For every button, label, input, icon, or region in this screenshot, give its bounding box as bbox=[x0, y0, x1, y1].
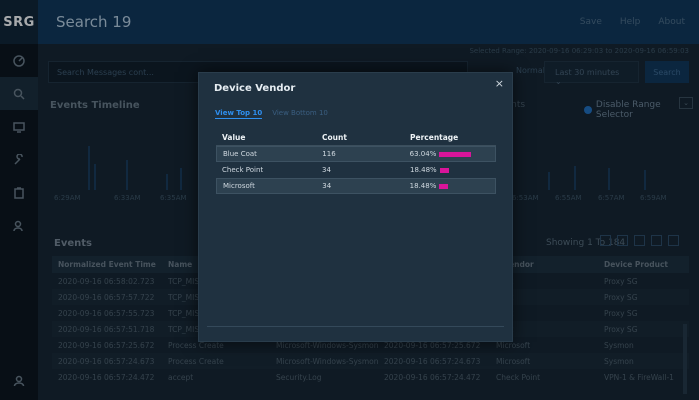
vendor-count: 34 bbox=[322, 182, 332, 190]
vendor-percentage: 18.48% bbox=[410, 166, 437, 174]
vendor-count: 34 bbox=[322, 166, 331, 174]
percentage-bar bbox=[439, 151, 472, 157]
vendor-percentage: 18.48% bbox=[409, 182, 437, 190]
vendor-row[interactable]: Blue Coat 116 63.04% bbox=[216, 146, 496, 162]
vendor-percentage-cell: 18.48% bbox=[406, 182, 495, 190]
vendor-row[interactable]: Microsoft 34 18.48% bbox=[216, 178, 496, 194]
value-header: Value bbox=[222, 133, 246, 142]
vendor-value: Check Point bbox=[222, 166, 264, 174]
dialog-title: Device Vendor bbox=[214, 83, 296, 94]
vendor-row[interactable]: Check Point 34 18.48% bbox=[216, 162, 496, 178]
dialog-tabs: View Top 10 View Bottom 10 bbox=[215, 109, 328, 119]
dialog-divider bbox=[207, 326, 504, 327]
percentage-bar bbox=[439, 183, 449, 189]
vendor-value: Blue Coat bbox=[223, 150, 257, 158]
vendor-table-header: Value Count Percentage bbox=[216, 130, 496, 146]
device-vendor-dialog: Device Vendor × View Top 10 View Bottom … bbox=[198, 72, 513, 342]
vendor-count: 116 bbox=[322, 150, 336, 158]
close-icon[interactable]: × bbox=[495, 77, 504, 90]
tab-view-bottom-10[interactable]: View Bottom 10 bbox=[272, 109, 328, 119]
vendor-value: Microsoft bbox=[223, 182, 255, 190]
vendor-percentage-cell: 63.04% bbox=[406, 150, 495, 158]
app-window: SRG Search 19 Save Help About Selected R… bbox=[0, 0, 699, 400]
vendor-percentage: 63.04% bbox=[409, 150, 437, 158]
count-header: Count bbox=[322, 133, 347, 142]
vendor-percentage-cell: 18.48% bbox=[406, 166, 496, 174]
percentage-header: Percentage bbox=[410, 133, 459, 142]
percentage-bar bbox=[439, 167, 449, 173]
tab-view-top-10[interactable]: View Top 10 bbox=[215, 109, 263, 119]
vendor-table: Value Count Percentage Blue Coat 116 63.04… bbox=[216, 130, 496, 194]
